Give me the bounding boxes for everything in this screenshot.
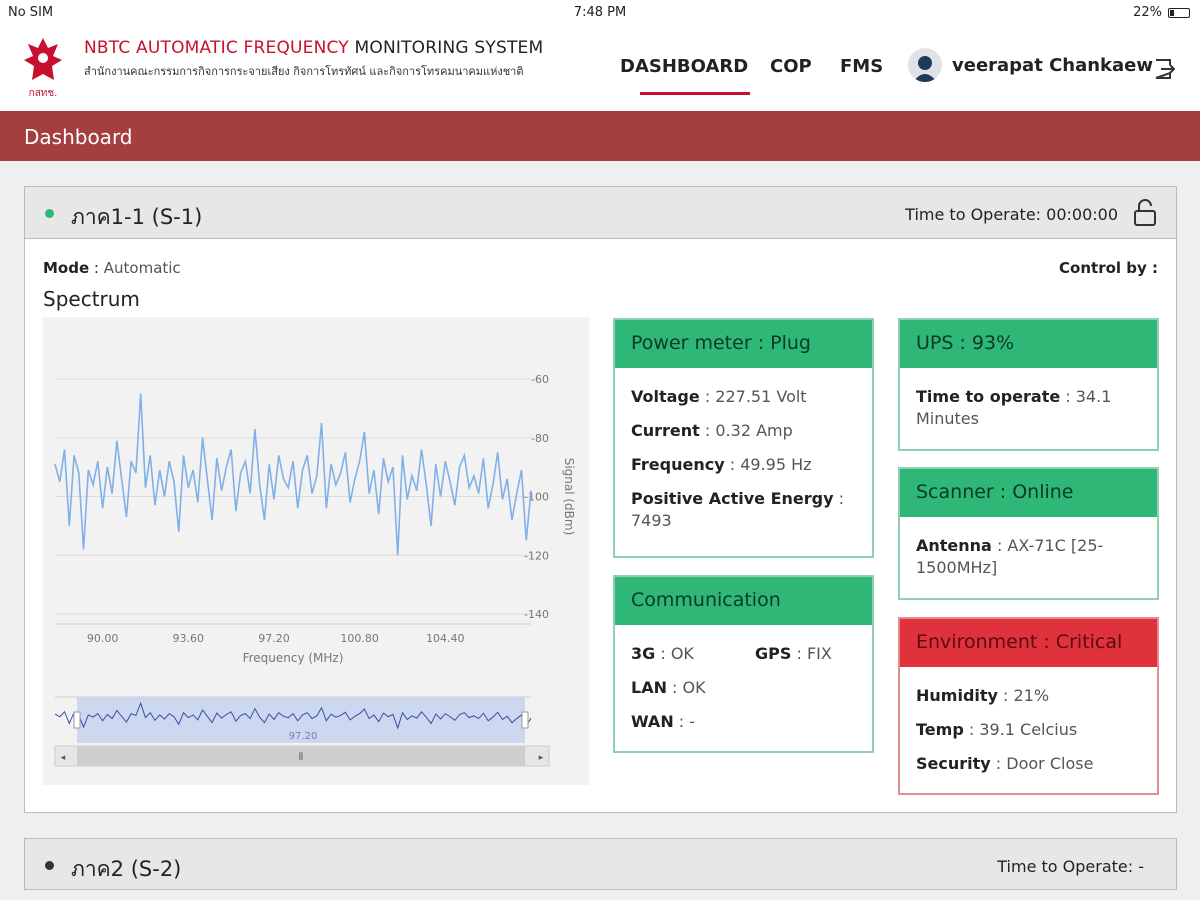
y-axis-label: Signal (dBm) [562, 458, 576, 536]
navigator-right-handle [521, 711, 529, 729]
x-tick-label: 90.00 [87, 632, 119, 645]
status-bar: No SIM 7:48 PM 22% [0, 0, 1200, 26]
y-tick-label: -80 [531, 432, 549, 445]
station2-header[interactable]: ภาค2 (S-2) Time to Operate: - [25, 839, 1176, 889]
unlock-icon[interactable] [1132, 199, 1158, 227]
status-dot [45, 209, 54, 218]
nav-dashboard[interactable]: DASHBOARD [620, 56, 751, 95]
signal-series-line [54, 393, 532, 556]
y-tick-label: -100 [524, 491, 549, 504]
station-panel-s2[interactable]: ภาค2 (S-2) Time to Operate: - [24, 838, 1177, 890]
x-tick-label: 97.20 [258, 632, 290, 645]
wan-row: WAN : - [631, 712, 696, 731]
spectrum-chart[interactable]: -60 -80 -100 -120 -140 90.00 93.60 97.20 100.80 1… [43, 317, 589, 785]
ups-card: UPS : 93% Time to operate : 34.1 Minutes [898, 318, 1159, 451]
scanner-card: Scanner : Online Antenna : AX-71C [25-15… [898, 467, 1159, 600]
environment-header: Environment : Critical [900, 619, 1157, 667]
security-row: Security : Door Close [916, 754, 1094, 773]
lan-row: LAN : OK [631, 678, 706, 697]
energy-row: Positive Active Energy :7493 [631, 489, 844, 530]
logout-icon[interactable] [1153, 58, 1175, 80]
time-to-operate: Time to Operate: 00:00:00 [905, 205, 1118, 224]
avatar [908, 48, 942, 82]
power-meter-card: Power meter : Plug Voltage : 227.51 Volt… [613, 318, 874, 558]
spectrum-title: Spectrum [43, 287, 140, 311]
x-tick-label: 93.60 [173, 632, 205, 645]
battery-icon [1168, 7, 1190, 18]
ups-time-row: Time to operate : 34.1 Minutes [916, 387, 1112, 428]
antenna-row: Antenna : AX-71C [25-1500MHz] [916, 536, 1104, 577]
battery-percent: 22% [1133, 5, 1162, 20]
humidity-row: Humidity : 21% [916, 686, 1050, 705]
nbtc-logo-icon: กสทช. [24, 38, 62, 99]
scanner-header: Scanner : Online [900, 469, 1157, 517]
x-tick-label: 100.80 [340, 632, 379, 645]
communication-header: Communication [615, 577, 872, 625]
navigator-left-handle [73, 711, 81, 729]
comm-row-1: 3G : OK GPS : FIX [631, 644, 832, 663]
user-menu[interactable]: veerapat Chankaew [908, 48, 1153, 82]
y-tick-label: -60 [531, 373, 549, 386]
control-by: Control by : [1059, 259, 1158, 277]
environment-card: Environment : Critical Humidity : 21% Te… [898, 617, 1159, 795]
nav-cop[interactable]: COP [770, 56, 812, 77]
frequency-row: Frequency : 49.95 Hz [631, 455, 812, 474]
station-panel-s1: ภาค1-1 (S-1) Time to Operate: 00:00:00 M… [24, 186, 1177, 813]
scroll-grip-icon: ⦀ [299, 752, 303, 763]
voltage-row: Voltage : 227.51 Volt [631, 387, 807, 406]
y-tick-label: -120 [524, 549, 549, 562]
spectrum-svg: -60 -80 -100 -120 -140 90.00 93.60 97.20 100.80 1… [54, 373, 576, 767]
page-title: Dashboard [0, 111, 1200, 161]
x-tick-label: 104.40 [426, 632, 465, 645]
nav-fms[interactable]: FMS [840, 56, 883, 77]
mode-text: Mode : Automatic [43, 259, 181, 277]
x-axis-label: Frequency (MHz) [243, 651, 344, 665]
scroll-right-icon: ▸ [539, 753, 544, 763]
ups-header: UPS : 93% [900, 320, 1157, 368]
communication-card: Communication 3G : OK GPS : FIX LAN : OK… [613, 575, 874, 753]
station2-title: ภาค2 (S-2) [71, 857, 182, 881]
user-name: veerapat Chankaew [952, 54, 1154, 76]
app-title: NBTC AUTOMATIC FREQUENCY MONITORING SYST… [84, 38, 544, 58]
clock: 7:48 PM [573, 5, 627, 20]
svg-text:กสทช.: กสทช. [29, 88, 58, 99]
power-meter-header: Power meter : Plug [615, 320, 872, 368]
y-tick-label: -140 [524, 608, 549, 621]
scroll-left-icon: ◂ [61, 753, 66, 763]
app-subtitle: สำนักงานคณะกรรมการกิจการกระจายเสียง กิจก… [84, 65, 524, 78]
station-header[interactable]: ภาค1-1 (S-1) Time to Operate: 00:00:00 [25, 187, 1176, 239]
time-to-operate-s2: Time to Operate: - [997, 857, 1144, 876]
carrier-text: No SIM [8, 5, 54, 20]
status-dot [45, 861, 54, 870]
app-header: กสทช. NBTC AUTOMATIC FREQUENCY MONITORIN… [0, 26, 1200, 111]
navigator-label: 97.20 [289, 731, 318, 742]
temp-row: Temp : 39.1 Celcius [916, 720, 1078, 739]
current-row: Current : 0.32 Amp [631, 421, 793, 440]
station-title: ภาค1-1 (S-1) [71, 205, 203, 229]
